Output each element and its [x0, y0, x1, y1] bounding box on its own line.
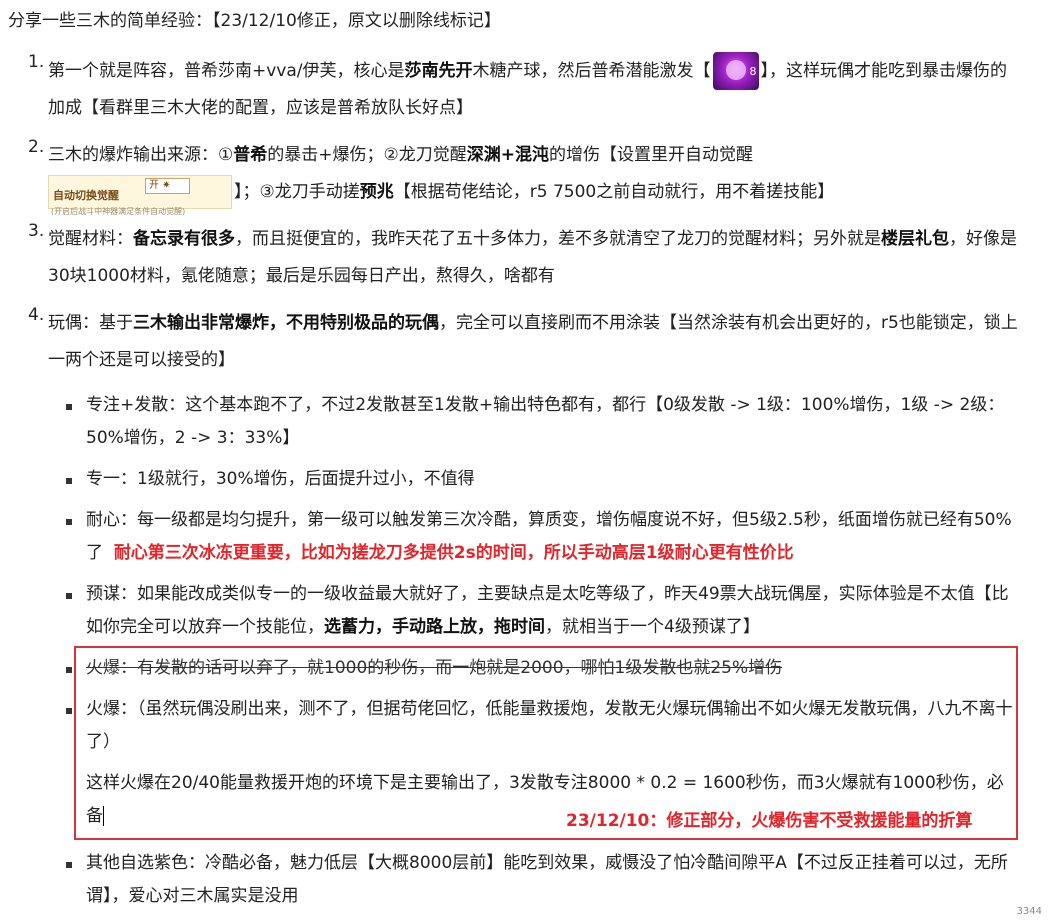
correction-note: 23/12/10：修正部分，火爆伤害不受救援能量的折算 — [566, 811, 973, 831]
text-cursor — [103, 806, 104, 826]
text: 木糖产球，然后普希潜能激发【 — [472, 61, 711, 81]
bullet-item: 其他自选紫色：冷酷必备，魅力低层【大概8000层前】能吃到效果，威慑没了怕冷酷间… — [28, 847, 1018, 913]
text: 玩偶：基于 — [48, 313, 133, 333]
bullet-list: 专注+发散：这个基本跑不了，不过2发散甚至1发散+输出特色都有，都行【0级发散 … — [28, 389, 1018, 913]
bold-text: 选蓄力，手动路上放，拖时间 — [324, 617, 545, 637]
text: 火爆：（虽然玩偶没刷出来，测不了，但据苟佬回忆，低能量救援炮，发散无火爆玩偶输出… — [86, 699, 1013, 752]
bullet — [28, 652, 86, 685]
struck-text: 火爆：有发散的话可以弃了，就1000的秒伤，而一炮就是2000，哪怕1级发散也就… — [86, 658, 783, 678]
bullet — [28, 504, 86, 570]
bullet-text: 预谋：如果能改成类似专一的一级收益最大就好了，主要缺点是太吃等级了，昨天49票大… — [86, 578, 1018, 644]
item-number: 4. — [28, 305, 45, 325]
bullet-item: 专注+发散：这个基本跑不了，不过2发散甚至1发散+输出特色都有，都行【0级发散 … — [28, 389, 1018, 455]
bold-text: 预兆 — [359, 182, 394, 202]
bullet-item: 火爆：有发散的话可以弃了，就1000的秒伤，而一炮就是2000，哪怕1级发散也就… — [28, 652, 1018, 685]
bold-text: 普希 — [233, 145, 268, 165]
text: 【根据苟佬结论，r5 7500之前自动就行，用不着搓技能】 — [393, 182, 835, 202]
item-number: 1. — [28, 52, 45, 72]
bold-text: 三木输出非常爆炸，不用特别极品的玩偶 — [133, 313, 439, 333]
switch-subtext: (开启后战斗中神器满足条件自动觉醒) — [51, 207, 186, 216]
ordered-list: 1. 第一个就是阵容，普希莎南+vva/伊芙，核心是莎南先开木糖产球，然后普希潜… — [28, 52, 1018, 921]
bullet-text: 专一：1级就行，30%增伤，后面提升过小，不值得 — [86, 469, 475, 489]
text: 的增伤【设置里开自动觉醒 — [548, 145, 753, 165]
bullet — [28, 463, 86, 496]
icon-level: 8 — [749, 65, 757, 78]
auto-awaken-switch-image: 自动切换觉醒 开 ✷ (开启后战斗中神器满足条件自动觉醒) — [48, 175, 232, 216]
bold-text: 楼层礼包 — [881, 229, 949, 249]
item-text: 三木的爆炸输出来源：①普希的暴击+爆伤；②龙刀觉醒深渊+混沌的增伤【设置里开自动… — [48, 137, 835, 216]
bullet-item: 专一：1级就行，30%增伤，后面提升过小，不值得 — [28, 463, 1018, 496]
bullet — [28, 693, 86, 833]
text: 三木的爆炸输出来源：① — [48, 145, 234, 165]
item-number: 3. — [28, 221, 45, 241]
list-item-2: 2. 三木的爆炸输出来源：①普希的暴击+爆伤；②龙刀觉醒深渊+混沌的增伤【设置里… — [28, 137, 1018, 216]
item-number: 2. — [28, 137, 45, 157]
list-item-4: 4. 玩偶：基于三木输出非常爆炸，不用特别极品的玩偶，完全可以直接刷而不用涂装【… — [28, 305, 1018, 379]
text: ，而且挺便宜的，我昨天花了五十多体力，差不多就清空了龙刀的觉醒材料；另外就是 — [235, 229, 881, 249]
text: 第一个就是阵容，普希莎南+vva/伊芙，核心是 — [48, 61, 405, 81]
bullet — [28, 847, 86, 913]
bold-text: 深渊+混沌 — [466, 145, 549, 165]
list-item-1: 1. 第一个就是阵容，普希莎南+vva/伊芙，核心是莎南先开木糖产球，然后普希潜… — [28, 52, 1018, 127]
red-annotation: 耐心第三次冰冻更重要，比如为搓龙刀多提供2s的时间，所以手动高层1级耐心更有性价… — [113, 543, 794, 563]
intro-line: 分享一些三木的简单经验：【23/12/10修正，原文以删除线标记】 — [8, 11, 501, 31]
switch-toggle: 开 ✷ — [145, 178, 190, 194]
bullet — [28, 578, 86, 644]
page-number: 3344 — [1016, 906, 1042, 917]
bold-text: 莎南先开 — [404, 61, 473, 81]
potential-skill-icon: 8 — [712, 52, 759, 90]
text: 的暴击+爆伤；②龙刀觉醒 — [267, 145, 467, 165]
bullet-item: 耐心：每一级都是均匀提升，第一级可以触发第三次冷酷，算质变，增伤幅度说不好，但5… — [28, 504, 1018, 570]
bullet-text: 专注+发散：这个基本跑不了，不过2发散甚至1发散+输出特色都有，都行【0级发散 … — [86, 395, 1005, 448]
item-text: 第一个就是阵容，普希莎南+vva/伊芙，核心是莎南先开木糖产球，然后普希潜能激发… — [48, 52, 1018, 127]
list-item-3: 3. 觉醒材料：备忘录有很多，而且挺便宜的，我昨天花了五十多体力，差不多就清空了… — [28, 221, 1018, 295]
bullet — [28, 389, 86, 455]
item-text: 玩偶：基于三木输出非常爆炸，不用特别极品的玩偶，完全可以直接刷而不用涂装【当然涂… — [48, 305, 1018, 379]
bullet-item: 预谋：如果能改成类似专一的一级收益最大就好了，主要缺点是太吃等级了，昨天49票大… — [28, 578, 1018, 644]
bullet-text: 耐心：每一级都是均匀提升，第一级可以触发第三次冷酷，算质变，增伤幅度说不好，但5… — [86, 504, 1018, 570]
bullet-text: 其他自选紫色：冷酷必备，魅力低层【大概8000层前】能吃到效果，威慑没了怕冷酷间… — [86, 853, 1008, 906]
text: 】；③龙刀手动搓 — [234, 182, 360, 202]
bold-text: 备忘录有很多 — [133, 229, 235, 249]
text: 觉醒材料： — [48, 229, 133, 249]
item-text: 觉醒材料：备忘录有很多，而且挺便宜的，我昨天花了五十多体力，差不多就清空了龙刀的… — [48, 221, 1018, 295]
text: ，就相当于一个4级预谋了】 — [545, 617, 760, 637]
